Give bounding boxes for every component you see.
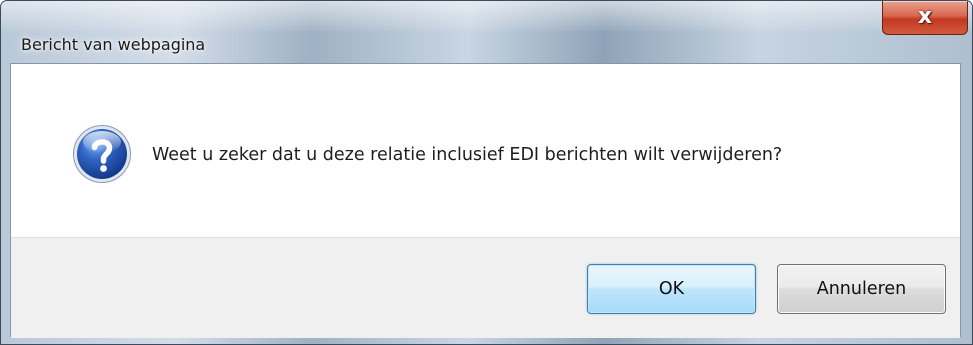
dialog-body: Weet u zeker dat u deze relatie inclusie…: [10, 63, 961, 338]
dialog-window: Bericht van webpagina x Weet u zeker dat…: [0, 0, 973, 345]
ok-button[interactable]: OK: [587, 264, 756, 314]
message-area: Weet u zeker dat u deze relatie inclusie…: [11, 64, 960, 237]
close-button[interactable]: x: [882, 1, 968, 35]
title-bar[interactable]: Bericht van webpagina x: [1, 1, 972, 63]
dialog-message: Weet u zeker dat u deze relatie inclusie…: [152, 145, 783, 165]
button-bar: OK Annuleren: [11, 237, 960, 338]
title-bar-sheen: [1, 1, 972, 31]
dialog-title: Bericht van webpagina: [21, 35, 206, 54]
cancel-button[interactable]: Annuleren: [777, 264, 946, 314]
question-icon: [73, 125, 131, 183]
close-icon: x: [917, 4, 933, 29]
